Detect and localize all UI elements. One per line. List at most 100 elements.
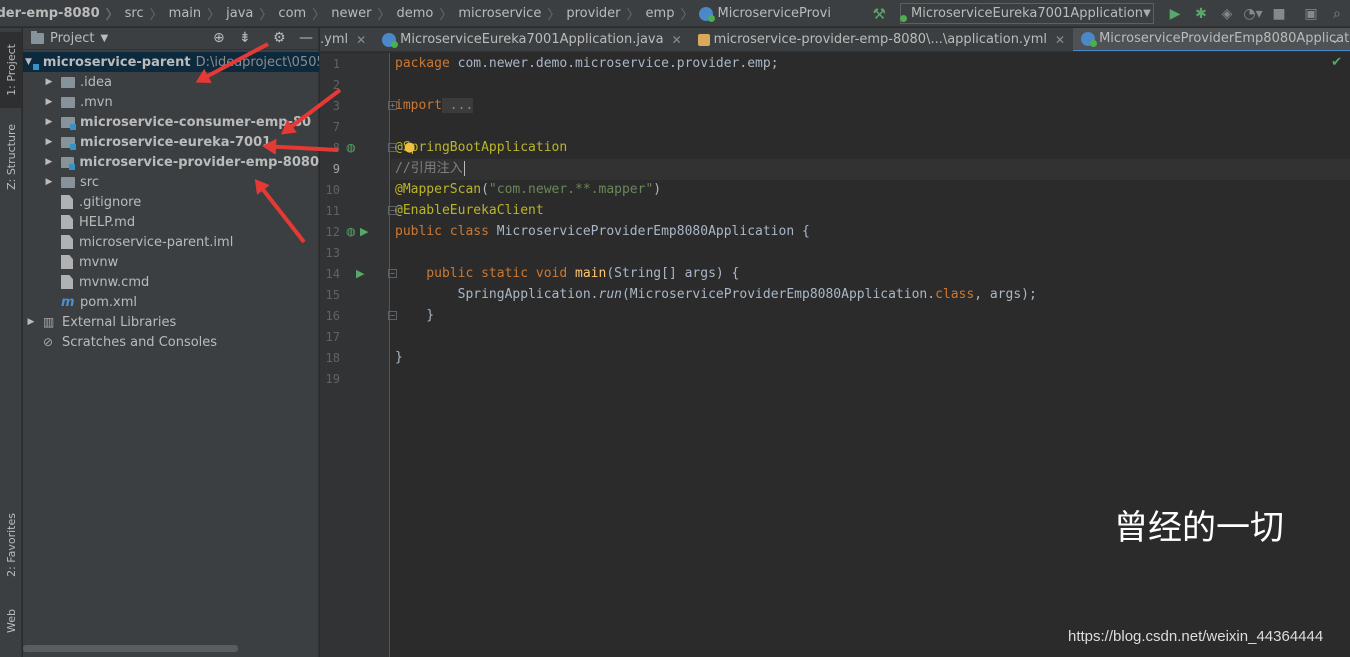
editor-tab-active[interactable]: MicroserviceProviderEmp8080Application.j… (1073, 28, 1350, 51)
locate-target-icon[interactable]: ⊕ (213, 30, 225, 46)
project-panel: Project ▼ ⊕ ⇟ ⚙ — ▼ microservice-parent … (23, 28, 319, 657)
collapsed-arrow-icon[interactable]: ▶ (43, 117, 55, 127)
line-number: 1 (332, 57, 340, 71)
line-number: 15 (325, 288, 340, 302)
editor-tab[interactable]: MicroserviceEureka7001Application.java ✕ (374, 28, 689, 51)
editor-gutter: 1 2 3 7 8 9 10 11 12 13 14 15 16 17 18 1… (320, 53, 390, 657)
tree-item-mvnw[interactable]: mvnw (23, 252, 319, 272)
method-name: main (567, 266, 607, 281)
tree-item-mvnw-cmd[interactable]: mvnw.cmd (23, 272, 319, 292)
breadcrumb-item[interactable]: java 〉 (226, 4, 278, 23)
fold-minus-icon[interactable]: − (388, 269, 397, 278)
tree-item-idea[interactable]: ▶ .idea (23, 72, 319, 92)
horizontal-scrollbar[interactable] (23, 645, 238, 652)
breadcrumb-item[interactable]: microservice 〉 (458, 4, 566, 23)
tree-item-label: mvnw (79, 254, 119, 270)
line-number: 14 (325, 267, 340, 281)
breadcrumb-item[interactable]: ider-emp-8080 〉 (0, 4, 125, 23)
tab-web[interactable]: Web (0, 596, 22, 646)
expanded-arrow-icon[interactable]: ▼ (25, 57, 32, 67)
breadcrumb-label: java (226, 6, 254, 21)
line-number: 13 (325, 246, 340, 260)
annotation: @EnableEurekaClient (395, 203, 544, 218)
breadcrumb-label: provider (566, 6, 621, 21)
collapsed-arrow-icon[interactable]: ▶ (43, 177, 55, 187)
breadcrumb-item[interactable]: provider 〉 (566, 4, 645, 23)
tree-item-path: D:\ideaproject\0505\m (195, 54, 319, 70)
folded-imports[interactable]: ... (441, 98, 474, 113)
fold-minus-icon[interactable]: − (388, 206, 397, 215)
search-everywhere-icon[interactable]: ⌕ (1324, 6, 1350, 22)
tree-item-microservice-parent[interactable]: ▼ microservice-parent D:\ideaproject\050… (23, 52, 319, 72)
run-gutter-icon[interactable]: ▶ (360, 225, 368, 238)
breadcrumb-label: src (124, 6, 144, 21)
tab-structure[interactable]: Z: Structure (0, 116, 22, 198)
editor-tab[interactable]: .yml ✕ (320, 28, 374, 51)
gear-icon[interactable]: ⚙ (273, 30, 286, 46)
collapsed-arrow-icon[interactable]: ▶ (25, 317, 37, 327)
collapsed-arrow-icon[interactable]: ▶ (43, 137, 55, 147)
spring-bean-gutter-icon[interactable]: ◍ (346, 141, 356, 154)
run-configuration-select[interactable]: MicroserviceEureka7001Application ▼ (900, 3, 1154, 24)
string-literal: "com.newer.**.mapper" (488, 182, 654, 197)
close-icon[interactable]: ✕ (1055, 33, 1065, 47)
tab-list-chevron-icon[interactable]: ⌄ (1330, 32, 1340, 46)
editor-tab[interactable]: microservice-provider-emp-8080\...\appli… (690, 28, 1073, 51)
stop-icon[interactable]: ■ (1266, 6, 1292, 22)
tree-item-label: Scratches and Consoles (62, 334, 218, 350)
profiler-icon[interactable]: ◔▾ (1240, 6, 1266, 22)
tree-item-src[interactable]: ▶ src (23, 172, 319, 192)
debug-bug-icon[interactable]: ✱ (1188, 6, 1214, 22)
collapse-all-icon[interactable]: ⇟ (239, 30, 251, 46)
chevron-right-icon: 〉 (626, 8, 640, 23)
code-line: − public static void main(String[] args)… (388, 263, 739, 284)
build-hammer-icon[interactable]: ⚒ (873, 5, 886, 23)
collapsed-arrow-icon[interactable]: ▶ (43, 157, 55, 167)
tree-item-provider-module[interactable]: ▶ microservice-provider-emp-8080 (23, 152, 319, 172)
tree-item-mvn[interactable]: ▶ .mvn (23, 92, 319, 112)
breadcrumb-item[interactable]: src 〉 (125, 4, 169, 23)
breadcrumb-item[interactable]: demo 〉 (396, 4, 458, 23)
run-gutter-icon[interactable]: ▶ (356, 267, 364, 280)
chevron-down-icon[interactable]: ▼ (100, 33, 108, 44)
project-structure-icon[interactable]: ▣ (1298, 6, 1324, 22)
spring-bean-gutter-icon[interactable]: ◍ (346, 225, 356, 238)
navigation-bar: ider-emp-8080 〉 src 〉 main 〉 java 〉 com 〉 new… (0, 0, 1350, 27)
tree-item-label: .gitignore (79, 194, 142, 210)
chevron-down-icon: ▼ (1143, 8, 1151, 19)
tree-item-label: microservice-eureka-7001 (80, 134, 272, 150)
tree-item-external-libraries[interactable]: ▶ ▥ External Libraries (23, 312, 319, 332)
lightbulb-icon[interactable]: ● (404, 140, 415, 155)
close-icon[interactable]: ✕ (356, 33, 366, 47)
code-line: package com.newer.demo.microservice.prov… (395, 53, 779, 74)
chevron-right-icon: 〉 (312, 8, 326, 23)
file-icon (61, 275, 73, 289)
breadcrumb-item[interactable]: newer 〉 (331, 4, 396, 23)
line-number: 18 (325, 351, 340, 365)
tab-favorites[interactable]: 2: Favorites (0, 502, 22, 588)
tab-project[interactable]: 1: Project (0, 32, 22, 108)
breadcrumb-item[interactable]: MicroserviceProviderEmp8080Application (699, 6, 830, 22)
collapsed-arrow-icon[interactable]: ▶ (43, 77, 55, 87)
current-line-highlight (391, 159, 1350, 180)
tree-item-iml[interactable]: microservice-parent.iml (23, 232, 319, 252)
minimize-icon[interactable]: — (299, 30, 313, 46)
breadcrumb-item[interactable]: com 〉 (278, 4, 331, 23)
project-panel-title[interactable]: Project (50, 31, 94, 46)
run-configuration-label: MicroserviceEureka7001Application (911, 6, 1144, 21)
fold-plus-icon[interactable]: + (388, 101, 397, 110)
fold-minus-icon[interactable]: − (388, 311, 397, 320)
breadcrumb-item[interactable]: emp 〉 (646, 4, 700, 23)
collapsed-arrow-icon[interactable]: ▶ (43, 97, 55, 107)
close-icon[interactable]: ✕ (672, 33, 682, 47)
fold-minus-icon[interactable]: − (388, 143, 397, 152)
tree-item-scratches[interactable]: ⊘ Scratches and Consoles (23, 332, 319, 352)
tree-item-help-md[interactable]: HELP.md (23, 212, 319, 232)
check-mark-icon: ✔ (1331, 55, 1342, 70)
tree-item-pom-xml[interactable]: m pom.xml (23, 292, 319, 312)
breadcrumb-item[interactable]: main 〉 (169, 4, 227, 23)
code-editor[interactable]: ✔ package com.newer.demo.microservice.pr… (388, 53, 1350, 657)
run-icon[interactable]: ▶ (1162, 6, 1188, 22)
coverage-shield-icon[interactable]: ◈ (1214, 6, 1240, 22)
tree-item-consumer-module[interactable]: ▶ microservice-consumer-emp-80 (23, 112, 319, 132)
